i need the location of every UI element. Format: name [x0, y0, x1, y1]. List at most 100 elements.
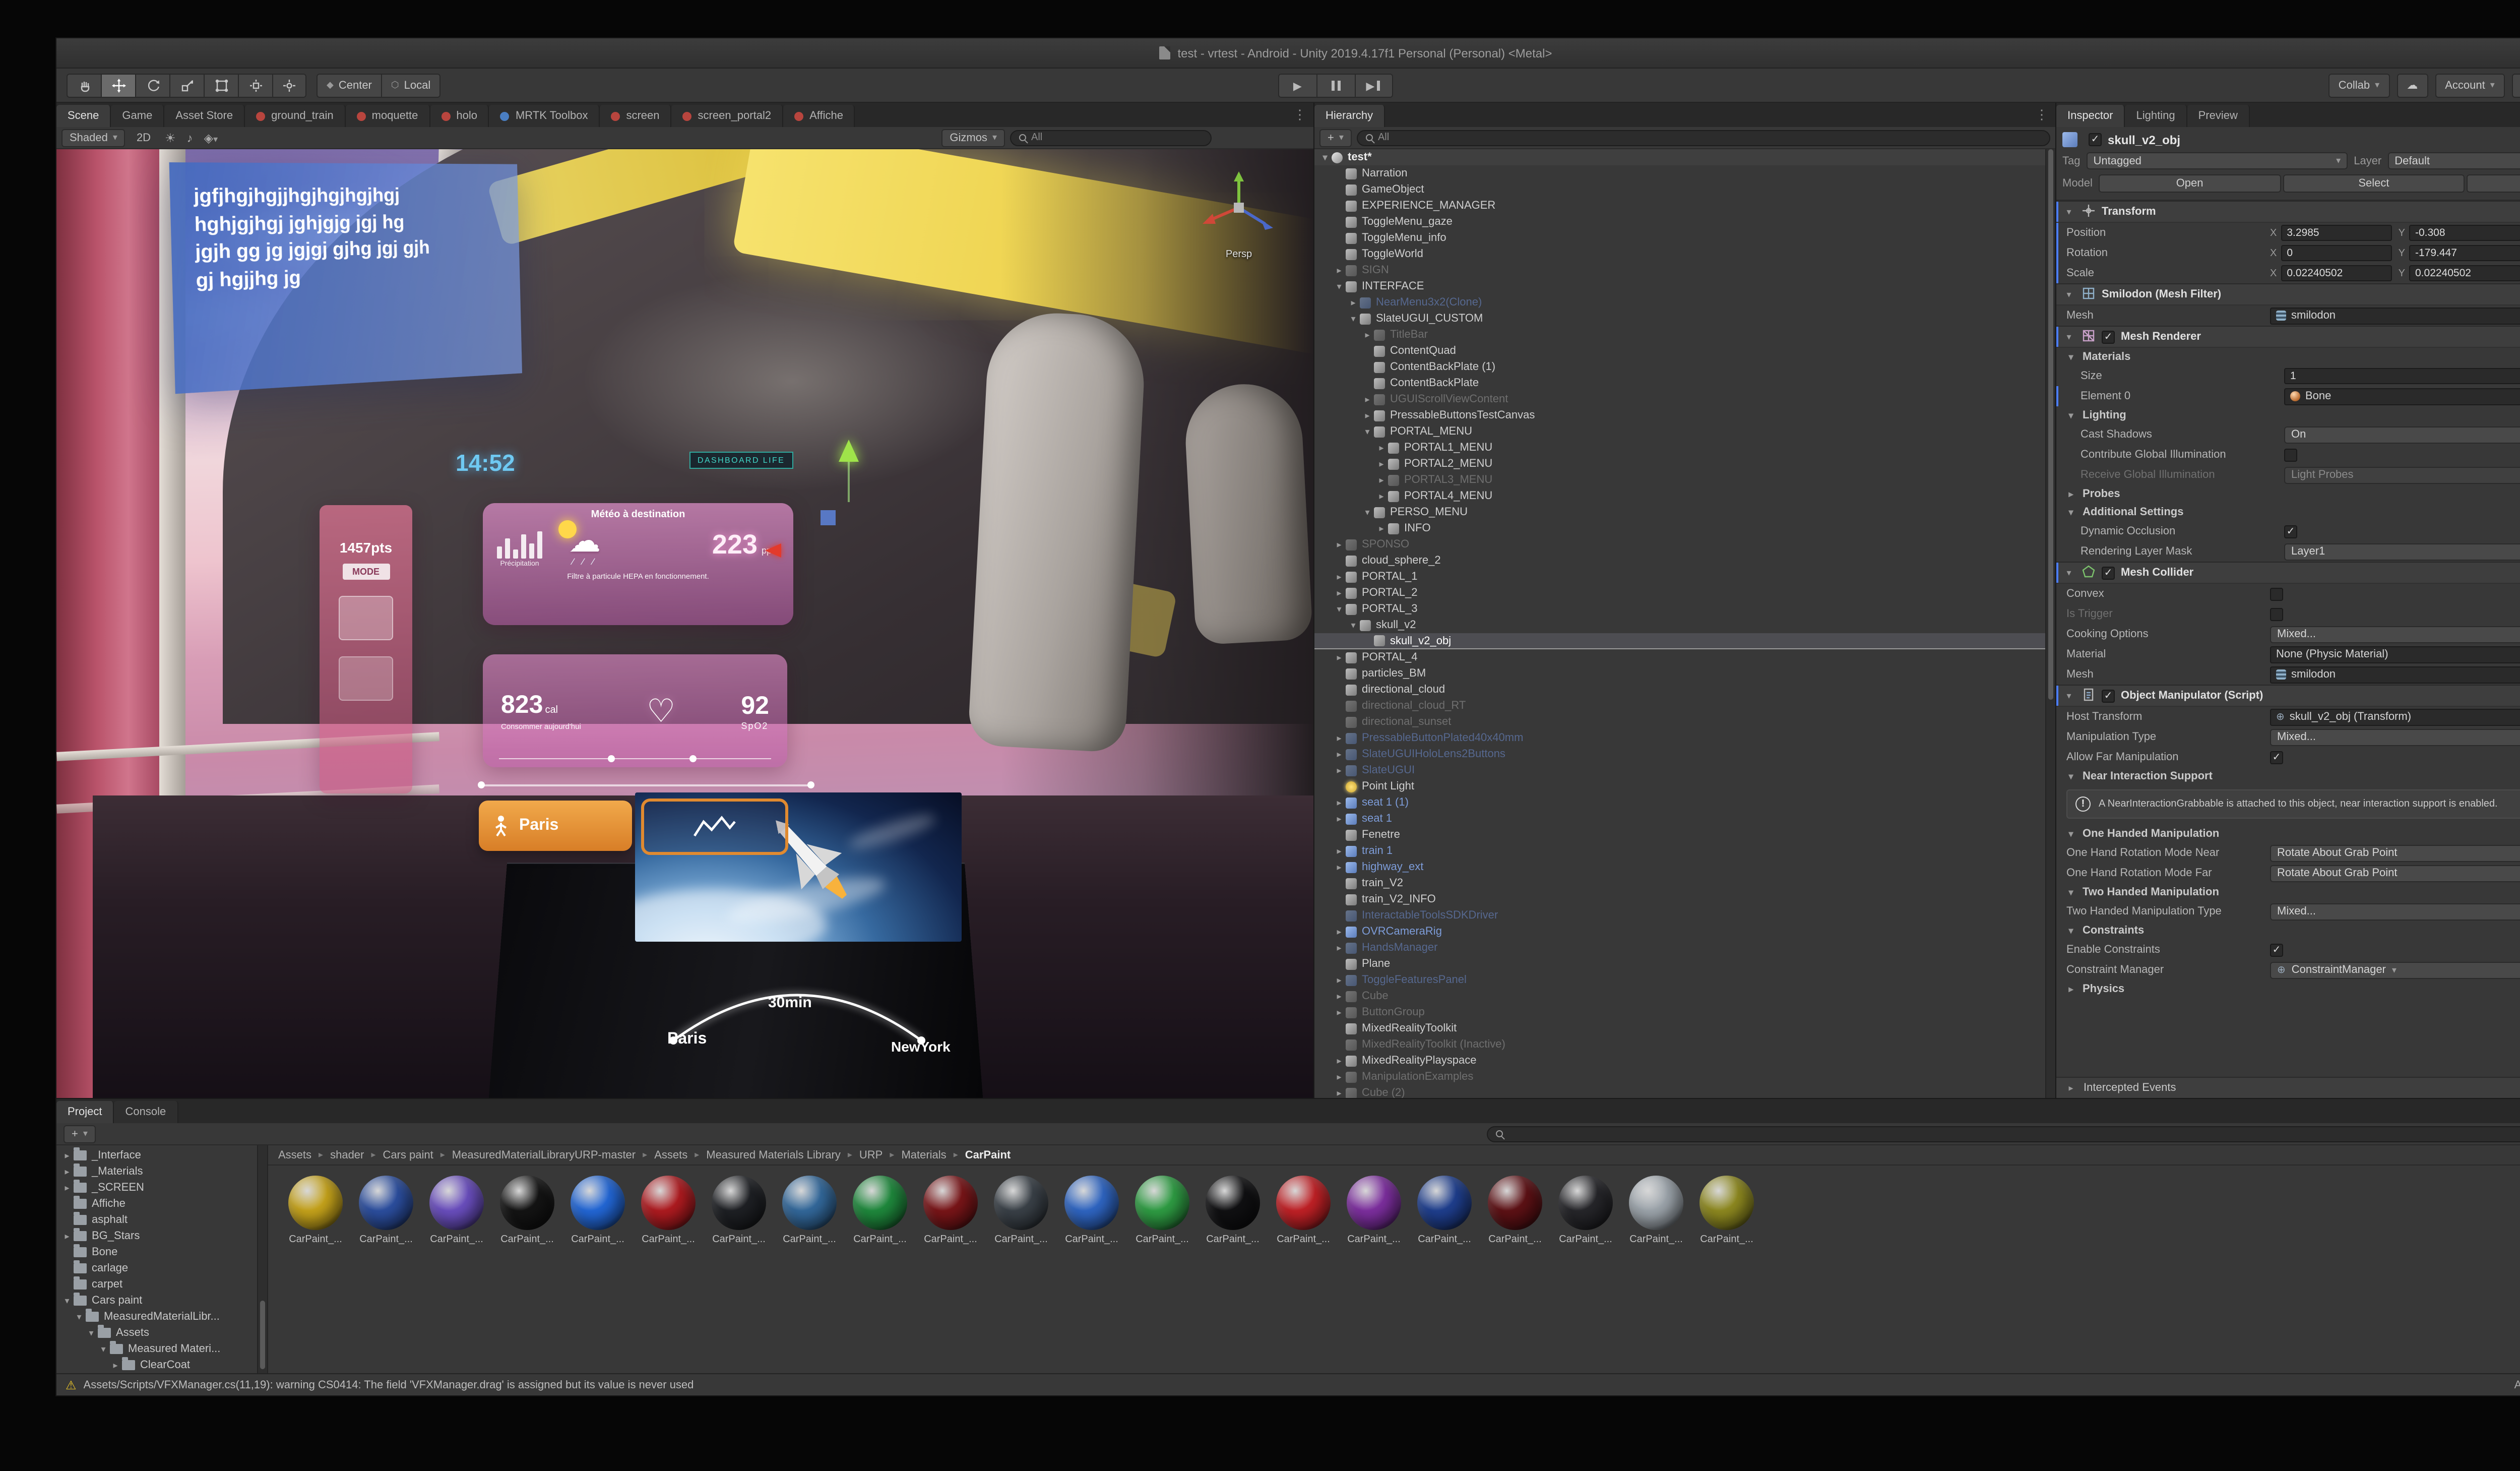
x-field[interactable]: 3.2985: [2281, 225, 2392, 241]
object-field[interactable]: Bone⊙: [2284, 388, 2520, 405]
hierarchy-item[interactable]: ▸PORTAL_1: [1314, 569, 2055, 585]
dropdown-field[interactable]: Mixed...▾: [2270, 903, 2520, 920]
foldout-icon[interactable]: ▸: [1333, 571, 1346, 582]
shading-mode-dropdown[interactable]: Shaded▾: [61, 129, 125, 147]
2d-toggle[interactable]: 2D: [131, 132, 157, 144]
foldout-icon[interactable]: ▾: [73, 1311, 86, 1322]
transform-tool[interactable]: [238, 73, 272, 97]
asset-item[interactable]: CarPaint_...: [562, 1176, 633, 1245]
foldout-icon[interactable]: ▾: [2064, 925, 2077, 936]
hierarchy-item[interactable]: cloud_sphere_2: [1314, 553, 2055, 569]
intercepted-events-bar[interactable]: ▸Intercepted Events: [2056, 1077, 2520, 1098]
folder-item[interactable]: carlage: [56, 1260, 267, 1276]
hierarchy-item[interactable]: ▸PressableButtonPlated40x40mm: [1314, 730, 2055, 746]
asset-item[interactable]: CarPaint_...: [1339, 1176, 1409, 1245]
cloud-button[interactable]: ☁: [2397, 73, 2428, 97]
step-button[interactable]: ▶: [1354, 74, 1393, 98]
foldout-icon[interactable]: ▸: [1361, 410, 1374, 421]
pause-button[interactable]: [1316, 74, 1354, 98]
slider-rail[interactable]: [480, 784, 812, 786]
hierarchy-item[interactable]: ▸PORTAL4_MENU: [1314, 488, 2055, 504]
layers-dropdown[interactable]: Layers▾: [2512, 73, 2520, 97]
foldout-icon[interactable]: ▸: [1333, 1055, 1346, 1066]
asset-item[interactable]: CarPaint_...: [280, 1176, 351, 1245]
space-toggle-button[interactable]: ⬡Local: [381, 73, 440, 97]
folder-item[interactable]: ▸_SCREEN: [56, 1180, 267, 1196]
component-header-mesh-renderer[interactable]: ▾✓Mesh Renderer?⋮: [2056, 326, 2520, 348]
hierarchy-item[interactable]: MixedRealityToolkit: [1314, 1020, 2055, 1036]
breadcrumb-item[interactable]: URP: [859, 1149, 883, 1161]
hierarchy-item[interactable]: ▸PORTAL2_MENU: [1314, 456, 2055, 472]
foldout-icon[interactable]: ▸: [1375, 458, 1388, 469]
breadcrumb-item[interactable]: Cars paint: [383, 1149, 433, 1161]
mode-chip[interactable]: MODE: [342, 564, 390, 580]
hierarchy-item[interactable]: ▾PORTAL_MENU: [1314, 423, 2055, 440]
folder-item[interactable]: ▾MeasuredMaterialLibr...: [56, 1309, 267, 1325]
folder-item[interactable]: ▾Measured Materi...: [56, 1341, 267, 1357]
hierarchy-item[interactable]: skull_v2_obj: [1314, 633, 2055, 649]
foldout-icon[interactable]: ▸: [1375, 491, 1388, 502]
hierarchy-item[interactable]: ▸ToggleFeaturesPanel: [1314, 972, 2055, 988]
hierarchy-item[interactable]: ▸HandsManager: [1314, 940, 2055, 956]
dropdown-field[interactable]: Rotate About Grab Point▾: [2270, 844, 2520, 862]
hierarchy-item[interactable]: ContentBackPlate (1): [1314, 359, 2055, 375]
asset-item[interactable]: CarPaint_...: [421, 1176, 492, 1245]
dropdown-field[interactable]: On▾: [2284, 426, 2520, 443]
hierarchy-item[interactable]: ▾test*: [1314, 149, 2055, 165]
tree-scrollbar[interactable]: [257, 1145, 267, 1373]
hierarchy-item[interactable]: EXPERIENCE_MANAGER: [1314, 198, 2055, 214]
asset-item[interactable]: CarPaint_...: [633, 1176, 704, 1245]
hierarchy-item[interactable]: MixedRealityToolkit (Inactive): [1314, 1036, 2055, 1053]
hierarchy-item[interactable]: ToggleMenu_info: [1314, 230, 2055, 246]
section-physics[interactable]: ▸Physics: [2056, 980, 2520, 998]
folder-item[interactable]: carpet: [56, 1276, 267, 1293]
asset-item[interactable]: CarPaint_...: [1550, 1176, 1621, 1245]
y-field[interactable]: -0.308: [2409, 225, 2520, 241]
foldout-icon[interactable]: ▸: [1333, 974, 1346, 986]
layer-dropdown[interactable]: Default▾: [2387, 152, 2520, 169]
foldout-icon[interactable]: ▾: [2064, 507, 2077, 518]
foldout-icon[interactable]: ▾: [1347, 620, 1360, 631]
asset-item[interactable]: CarPaint_...: [1621, 1176, 1691, 1245]
folder-item[interactable]: Affiche: [56, 1196, 267, 1212]
foldout-icon[interactable]: ▸: [60, 1150, 74, 1161]
hierarchy-item[interactable]: ToggleMenu_gaze: [1314, 214, 2055, 230]
asset-item[interactable]: CarPaint_...: [986, 1176, 1056, 1245]
select-button[interactable]: Select: [2283, 174, 2465, 193]
hierarchy-item[interactable]: ▸ButtonGroup: [1314, 1004, 2055, 1020]
gizmo-perspective-label[interactable]: Persp: [1188, 249, 1289, 260]
foldout-icon[interactable]: ▸: [1333, 1007, 1346, 1018]
mode-option-box[interactable]: [339, 656, 393, 701]
hierarchy-item[interactable]: ▸PORTAL_2: [1314, 585, 2055, 601]
foldout-icon[interactable]: ▾: [2064, 351, 2077, 362]
hierarchy-item[interactable]: ▸PORTAL_4: [1314, 649, 2055, 665]
paris-button[interactable]: Paris: [479, 801, 632, 851]
foldout-icon[interactable]: ▸: [1333, 862, 1346, 873]
hierarchy-search-input[interactable]: All: [1357, 130, 2050, 146]
object-field[interactable]: smilodon⊙: [2270, 666, 2520, 683]
foldout-icon[interactable]: ▸: [1333, 1087, 1346, 1098]
hierarchy-item[interactable]: ▸PressableButtonsTestCanvas: [1314, 407, 2055, 423]
asset-item[interactable]: CarPaint_...: [492, 1176, 562, 1245]
object-field[interactable]: smilodon⊙: [2270, 307, 2520, 324]
foldout-icon[interactable]: ▾: [1361, 426, 1374, 437]
x-field[interactable]: 0.02240502: [2281, 265, 2392, 281]
breadcrumb-item[interactable]: Assets: [654, 1149, 687, 1161]
tag-dropdown[interactable]: Untagged▾: [2087, 152, 2348, 169]
activity-tile[interactable]: [641, 799, 788, 855]
hierarchy-item[interactable]: ▾PERSO_MENU: [1314, 504, 2055, 520]
collab-dropdown[interactable]: Collab▾: [2328, 73, 2389, 97]
hierarchy-item[interactable]: ToggleWorld: [1314, 246, 2055, 262]
hierarchy-item[interactable]: ▸train 1: [1314, 843, 2055, 859]
foldout-icon[interactable]: ▾: [1347, 313, 1360, 324]
object-name[interactable]: skull_v2_obj: [2108, 133, 2520, 147]
play-button[interactable]: ▶: [1278, 74, 1316, 98]
hierarchy-item[interactable]: ▸highway_ext: [1314, 859, 2055, 875]
hierarchy-item[interactable]: directional_cloud_RT: [1314, 698, 2055, 714]
tab-affiche[interactable]: Affiche: [783, 105, 855, 127]
hierarchy-item[interactable]: ▾skull_v2: [1314, 617, 2055, 633]
foldout-icon[interactable]: ▾: [2062, 567, 2075, 578]
hierarchy-item[interactable]: Point Light: [1314, 778, 2055, 794]
folder-item[interactable]: ▸BG_Stars: [56, 1228, 267, 1244]
foldout-icon[interactable]: ▸: [1333, 942, 1346, 953]
